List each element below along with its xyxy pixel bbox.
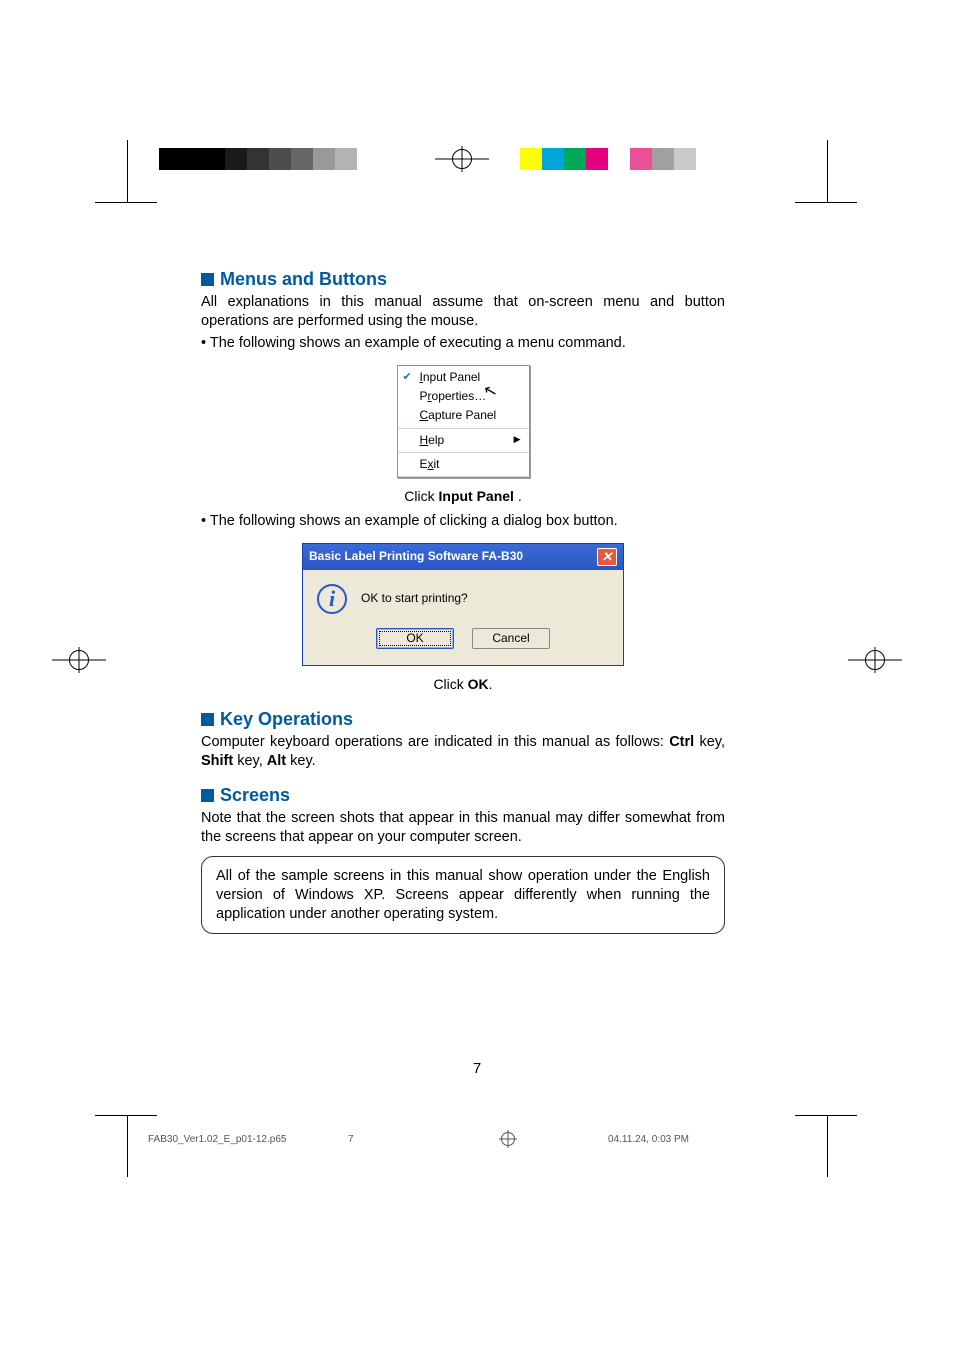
key-name: Ctrl bbox=[669, 734, 694, 750]
menus-paragraph: All explanations in this manual assume t… bbox=[201, 293, 725, 330]
swatch bbox=[357, 148, 379, 170]
registration-mark-right bbox=[865, 650, 885, 670]
registration-mark-footer bbox=[501, 1132, 515, 1146]
cancel-button[interactable]: Cancel bbox=[472, 628, 550, 649]
swatch bbox=[203, 148, 225, 170]
page-content: Menus and Buttons All explanations in th… bbox=[201, 254, 725, 934]
menu-item-label: apture Panel bbox=[428, 408, 496, 422]
menu-item-label: it bbox=[434, 457, 440, 471]
menu-item-exit[interactable]: Exit bbox=[398, 455, 529, 474]
menus-bullet-2: The following shows an example of clicki… bbox=[201, 512, 725, 531]
menu-caption: Click Input Panel . bbox=[201, 488, 725, 506]
dialog-titlebar: Basic Label Printing Software FA-B30 ✕ bbox=[303, 544, 623, 570]
page-number: 7 bbox=[0, 1060, 954, 1077]
heading-menus-and-buttons: Menus and Buttons bbox=[201, 268, 725, 291]
caption-text: Click bbox=[433, 676, 467, 692]
swatch bbox=[181, 148, 203, 170]
dialog-screenshot: Basic Label Printing Software FA-B30 ✕ i… bbox=[302, 543, 624, 666]
info-icon: i bbox=[317, 584, 347, 614]
menu-item-input-panel[interactable]: Input Panel bbox=[398, 368, 529, 387]
heading-text: Screens bbox=[220, 785, 290, 805]
body-text: key, bbox=[233, 753, 267, 769]
caption-bold: Input Panel bbox=[439, 488, 514, 504]
swatch bbox=[542, 148, 564, 170]
swatch bbox=[520, 148, 542, 170]
swatch bbox=[564, 148, 586, 170]
menu-item-help[interactable]: Help bbox=[398, 431, 529, 450]
caption-text: . bbox=[514, 488, 522, 504]
heading-text: Key Operations bbox=[220, 709, 353, 729]
swatch bbox=[608, 148, 630, 170]
color-swatch-bar bbox=[520, 148, 696, 170]
dialog-message: OK to start printing? bbox=[361, 591, 468, 606]
menu-item-properties[interactable]: Properties… bbox=[398, 387, 529, 406]
heading-text: Menus and Buttons bbox=[220, 269, 387, 289]
footer-page: 7 bbox=[348, 1134, 408, 1145]
grayscale-swatch-bar bbox=[159, 148, 379, 170]
context-menu-screenshot: Input Panel Properties… Capture Panel He… bbox=[397, 365, 530, 479]
menu-item-label: operties… bbox=[432, 389, 487, 403]
menu-item-capture-panel[interactable]: Capture Panel bbox=[398, 406, 529, 425]
swatch bbox=[335, 148, 357, 170]
body-text: Computer keyboard operations are indicat… bbox=[201, 734, 669, 750]
heading-key-operations: Key Operations bbox=[201, 708, 725, 731]
dialog-caption: Click OK. bbox=[201, 676, 725, 694]
body-text: key. bbox=[286, 753, 316, 769]
caption-bold: OK bbox=[468, 676, 489, 692]
section-bullet-icon bbox=[201, 273, 214, 286]
registration-mark-top bbox=[452, 149, 472, 169]
swatch bbox=[674, 148, 696, 170]
mnemonic: H bbox=[420, 433, 429, 447]
screens-note-box: All of the sample screens in this manual… bbox=[201, 856, 725, 934]
footer-slug: FAB30_Ver1.02_E_p01-12.p65 7 04.11.24, 0… bbox=[148, 1132, 808, 1146]
swatch bbox=[652, 148, 674, 170]
swatch bbox=[291, 148, 313, 170]
registration-mark-left bbox=[69, 650, 89, 670]
screens-paragraph: Note that the screen shots that appear i… bbox=[201, 809, 725, 846]
key-name: Alt bbox=[267, 753, 286, 769]
footer-filename: FAB30_Ver1.02_E_p01-12.p65 bbox=[148, 1134, 348, 1145]
heading-screens: Screens bbox=[201, 784, 725, 807]
dialog-title: Basic Label Printing Software FA-B30 bbox=[309, 549, 597, 564]
caption-text: . bbox=[489, 676, 493, 692]
keyops-paragraph: Computer keyboard operations are indicat… bbox=[201, 733, 725, 770]
body-text: key, bbox=[694, 734, 725, 750]
section-bullet-icon bbox=[201, 789, 214, 802]
mnemonic: C bbox=[420, 408, 429, 422]
swatch bbox=[630, 148, 652, 170]
ok-button[interactable]: OK bbox=[376, 628, 454, 649]
section-bullet-icon bbox=[201, 713, 214, 726]
menu-item-label: nput Panel bbox=[423, 370, 480, 384]
menu-item-label: elp bbox=[428, 433, 444, 447]
swatch bbox=[247, 148, 269, 170]
swatch bbox=[225, 148, 247, 170]
menus-bullet-1: The following shows an example of execut… bbox=[201, 334, 725, 353]
close-icon[interactable]: ✕ bbox=[597, 548, 617, 566]
swatch bbox=[586, 148, 608, 170]
swatch bbox=[269, 148, 291, 170]
footer-timestamp: 04.11.24, 0:03 PM bbox=[608, 1134, 808, 1145]
swatch bbox=[159, 148, 181, 170]
swatch bbox=[313, 148, 335, 170]
key-name: Shift bbox=[201, 753, 233, 769]
caption-text: Click bbox=[404, 488, 438, 504]
